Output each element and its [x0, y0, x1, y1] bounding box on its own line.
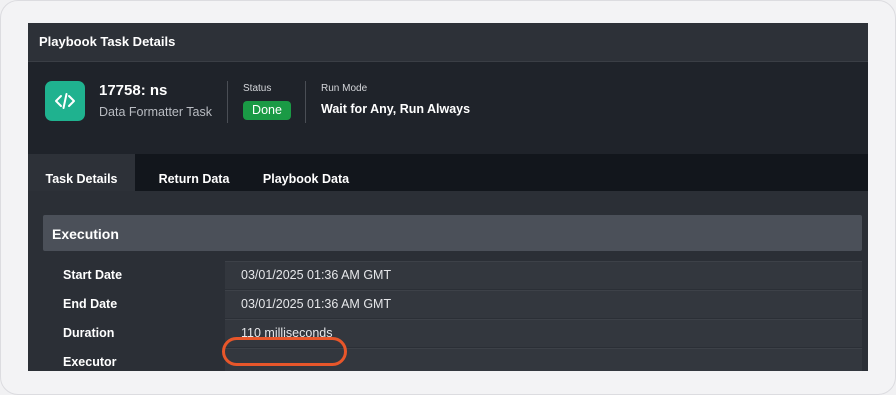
status-badge: Done: [243, 101, 291, 120]
task-details-window: Playbook Task Details 17758: ns Data For…: [28, 23, 868, 371]
header-divider: [305, 81, 306, 123]
task-id: 17758: ns: [99, 82, 168, 99]
code-icon: [45, 81, 85, 121]
tab-playbook-data[interactable]: Playbook Data: [253, 154, 359, 191]
status-label: Status: [243, 83, 272, 94]
duration-label: Duration: [63, 326, 115, 340]
duration-highlight-circle: [222, 337, 347, 366]
section-title: Execution: [52, 226, 119, 242]
start-date-label: Start Date: [63, 268, 123, 282]
execution-section-header[interactable]: Execution: [43, 215, 862, 251]
end-date-cell: 03/01/2025 01:36 AM GMT: [225, 290, 862, 318]
title-bar: Playbook Task Details: [28, 23, 868, 62]
end-date-value: 03/01/2025 01:36 AM GMT: [241, 297, 392, 311]
tab-return-data[interactable]: Return Data: [141, 154, 247, 191]
executor-label: Executor: [63, 355, 117, 369]
task-details-panel: Execution Start Date 03/01/2025 01:36 AM…: [28, 191, 868, 371]
window-title: Playbook Task Details: [39, 34, 176, 49]
tab-task-details[interactable]: Task Details: [28, 154, 135, 191]
header-divider: [227, 81, 228, 123]
run-mode-label: Run Mode: [321, 83, 368, 94]
run-mode-value: Wait for Any, Run Always: [321, 102, 471, 116]
tab-bar: Task Details Return Data Playbook Data: [28, 154, 868, 191]
start-date-value: 03/01/2025 01:36 AM GMT: [241, 268, 392, 282]
task-type: Data Formatter Task: [99, 105, 213, 119]
task-header: 17758: ns Data Formatter Task Status Don…: [28, 62, 868, 154]
end-date-label: End Date: [63, 297, 118, 311]
start-date-cell: 03/01/2025 01:36 AM GMT: [225, 261, 862, 289]
